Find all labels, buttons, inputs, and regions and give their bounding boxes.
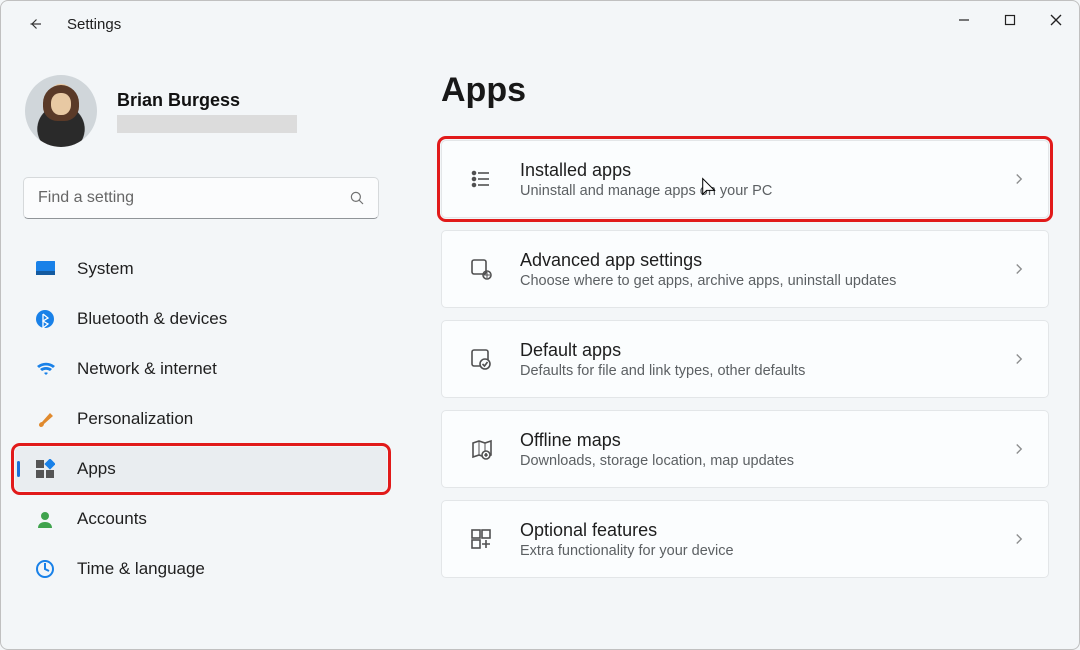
nav-item-apps[interactable]: Apps: [15, 447, 387, 491]
nav-item-time-language[interactable]: Time & language: [15, 547, 387, 591]
optional-features-icon: [468, 526, 494, 552]
chevron-right-icon: [1010, 170, 1028, 188]
nav-label: Personalization: [77, 409, 193, 429]
nav-item-accounts[interactable]: Accounts: [15, 497, 387, 541]
chevron-right-icon: [1010, 530, 1028, 548]
close-button[interactable]: [1033, 1, 1079, 39]
search-input[interactable]: [38, 189, 348, 207]
card-offline-maps[interactable]: Offline maps Downloads, storage location…: [441, 410, 1049, 488]
nav-label: Time & language: [77, 559, 205, 579]
card-subtitle: Choose where to get apps, archive apps, …: [520, 273, 984, 289]
user-name: Brian Burgess: [117, 90, 297, 111]
card-optional-features[interactable]: Optional features Extra functionality fo…: [441, 500, 1049, 578]
card-title: Advanced app settings: [520, 250, 984, 271]
nav-label: System: [77, 259, 134, 279]
card-title: Installed apps: [520, 160, 984, 181]
advanced-settings-icon: [468, 256, 494, 282]
nav-label: Accounts: [77, 509, 147, 529]
nav-label: Network & internet: [77, 359, 217, 379]
apps-icon: [35, 459, 55, 479]
globe-clock-icon: [35, 559, 55, 579]
default-apps-icon: [468, 346, 494, 372]
nav-item-personalization[interactable]: Personalization: [15, 397, 387, 441]
nav-item-network[interactable]: Network & internet: [15, 347, 387, 391]
window-title: Settings: [67, 16, 121, 33]
chevron-right-icon: [1010, 350, 1028, 368]
back-button[interactable]: [25, 14, 45, 34]
installed-apps-icon: [468, 166, 494, 192]
nav-label: Bluetooth & devices: [77, 309, 227, 329]
window-controls: [941, 1, 1079, 39]
card-title: Optional features: [520, 520, 984, 541]
chevron-right-icon: [1010, 260, 1028, 278]
card-subtitle: Extra functionality for your device: [520, 543, 984, 559]
sidebar: Brian Burgess System Bluetooth & devices: [1, 47, 401, 649]
titlebar: Settings: [1, 1, 1079, 47]
card-installed-apps[interactable]: Installed apps Uninstall and manage apps…: [441, 140, 1049, 218]
wifi-icon: [35, 359, 55, 379]
user-email-redacted: [117, 115, 297, 133]
card-default-apps[interactable]: Default apps Defaults for file and link …: [441, 320, 1049, 398]
minimize-button[interactable]: [941, 1, 987, 39]
user-block[interactable]: Brian Burgess: [15, 75, 387, 147]
person-icon: [35, 509, 55, 529]
card-title: Offline maps: [520, 430, 984, 451]
brush-icon: [35, 409, 55, 429]
page-heading: Apps: [441, 71, 1049, 110]
nav-item-bluetooth[interactable]: Bluetooth & devices: [15, 297, 387, 341]
card-title: Default apps: [520, 340, 984, 361]
map-icon: [468, 436, 494, 462]
system-icon: [35, 259, 55, 279]
search-box[interactable]: [23, 177, 379, 219]
card-subtitle: Uninstall and manage apps on your PC: [520, 183, 984, 199]
maximize-button[interactable]: [987, 1, 1033, 39]
card-advanced-app-settings[interactable]: Advanced app settings Choose where to ge…: [441, 230, 1049, 308]
nav-item-system[interactable]: System: [15, 247, 387, 291]
main-pane: Apps Installed apps Uninstall and manage…: [401, 47, 1079, 649]
card-subtitle: Downloads, storage location, map updates: [520, 453, 984, 469]
bluetooth-icon: [35, 309, 55, 329]
nav-label: Apps: [77, 459, 116, 479]
chevron-right-icon: [1010, 440, 1028, 458]
search-icon: [348, 189, 366, 207]
card-subtitle: Defaults for file and link types, other …: [520, 363, 984, 379]
avatar: [25, 75, 97, 147]
